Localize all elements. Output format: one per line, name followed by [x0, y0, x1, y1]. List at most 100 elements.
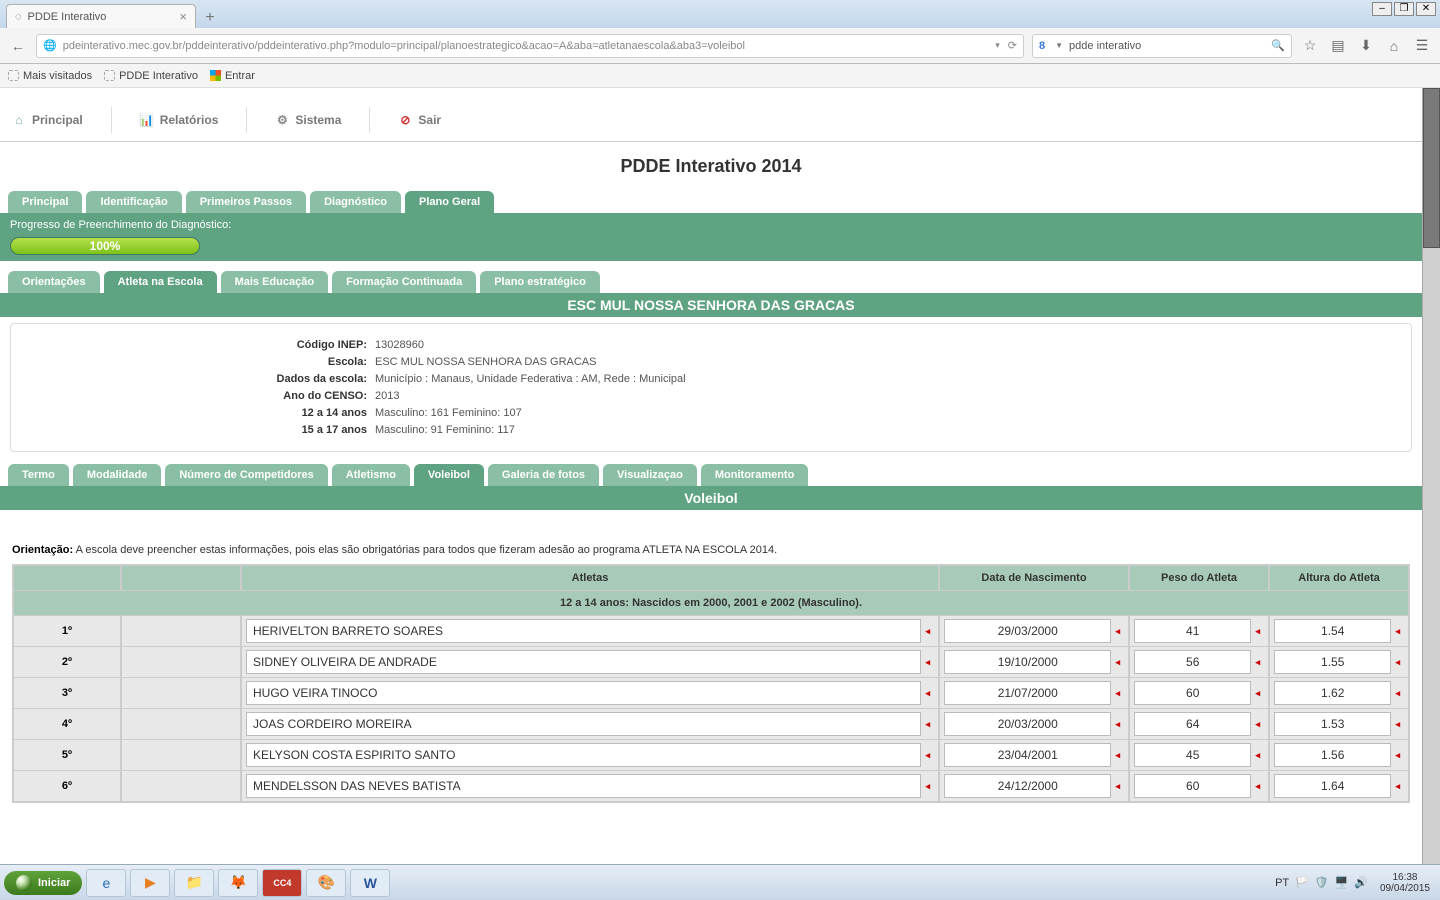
label-codigo-inep: Código INEP: [27, 339, 367, 351]
athlete-height-input[interactable] [1274, 681, 1391, 705]
athlete-height-input[interactable] [1274, 619, 1391, 643]
athlete-name-input[interactable] [246, 743, 921, 767]
downloads-icon[interactable]: ⬇ [1356, 36, 1376, 56]
athlete-height-input[interactable] [1274, 650, 1391, 674]
athlete-weight-input[interactable] [1134, 774, 1251, 798]
dashed-box-icon [8, 70, 19, 81]
taskbar-word[interactable]: W [350, 869, 390, 897]
athlete-name-input[interactable] [246, 681, 921, 705]
athlete-name-input[interactable] [246, 712, 921, 736]
validation-flag-icon: ◂ [921, 719, 934, 730]
tray-volume-icon[interactable]: 🔊 [1354, 876, 1368, 889]
nav-sair[interactable]: ⊘Sair [398, 113, 441, 127]
dropdown-icon[interactable]: ▾ [995, 40, 1000, 51]
tab-identificacao[interactable]: Identificação [86, 191, 181, 213]
athlete-dob-input[interactable] [944, 681, 1111, 705]
tab-favicon: ◌ [15, 11, 22, 23]
label-12-14: 12 a 14 anos [27, 407, 367, 419]
home-icon[interactable]: ⌂ [1384, 36, 1404, 56]
athlete-height-input[interactable] [1274, 743, 1391, 767]
athlete-dob-input[interactable] [944, 619, 1111, 643]
window-minimize-button[interactable]: – [1372, 2, 1392, 16]
tray-network-icon[interactable]: 🖥️ [1335, 876, 1349, 889]
validation-flag-icon: ◂ [1111, 657, 1124, 668]
tab-galeria[interactable]: Galeria de fotos [488, 464, 599, 486]
athlete-weight-input[interactable] [1134, 619, 1251, 643]
athlete-weight-input[interactable] [1134, 743, 1251, 767]
bookmark-star-icon[interactable]: ☆ [1300, 36, 1320, 56]
header-peso: Peso do Atleta [1129, 565, 1269, 591]
athlete-dob-input[interactable] [944, 650, 1111, 674]
tab-plano-estrategico[interactable]: Plano estratégico [480, 271, 600, 293]
back-button[interactable]: ← [8, 36, 28, 56]
search-box[interactable]: 8 ▼ pdde interativo 🔍 [1032, 34, 1292, 58]
athlete-name-input[interactable] [246, 650, 921, 674]
tab-atleta-escola[interactable]: Atleta na Escola [104, 271, 217, 293]
new-tab-button[interactable]: + [200, 10, 220, 28]
window-close-button[interactable]: ✕ [1416, 2, 1436, 16]
scrollbar-thumb[interactable] [1423, 88, 1440, 248]
table-row: 4º◂◂◂◂ [13, 709, 1409, 740]
nav-principal[interactable]: ⌂Principal [12, 113, 83, 127]
tab-monitoramento[interactable]: Monitoramento [701, 464, 808, 486]
athlete-height-input[interactable] [1274, 774, 1391, 798]
tab-num-competidores[interactable]: Número de Competidores [165, 464, 327, 486]
bookmark-entrar[interactable]: Entrar [210, 70, 255, 82]
athlete-weight-input[interactable] [1134, 650, 1251, 674]
validation-flag-icon: ◂ [1391, 750, 1404, 761]
reload-icon[interactable]: ⟳ [1008, 39, 1017, 52]
window-restore-button[interactable]: ❐ [1394, 2, 1414, 16]
tabrow-1: Principal Identificação Primeiros Passos… [0, 191, 1422, 213]
athlete-dob-input[interactable] [944, 712, 1111, 736]
bookmark-pdde[interactable]: PDDE Interativo [104, 70, 198, 82]
tab-mais-educacao[interactable]: Mais Educação [221, 271, 328, 293]
athlete-dob-input[interactable] [944, 774, 1111, 798]
athlete-name-input[interactable] [246, 774, 921, 798]
taskbar-paint[interactable]: 🎨 [306, 869, 346, 897]
menu-icon[interactable]: ☰ [1412, 36, 1432, 56]
tab-formacao[interactable]: Formação Continuada [332, 271, 476, 293]
row-number: 4º [13, 709, 121, 740]
tray-shield-icon[interactable]: 🛡️ [1315, 876, 1329, 889]
browser-tab[interactable]: ◌ PDDE Interativo × [6, 4, 196, 28]
athlete-dob-input[interactable] [944, 743, 1111, 767]
athlete-name-input[interactable] [246, 619, 921, 643]
taskbar-media-player[interactable]: ▶ [130, 869, 170, 897]
page-scrollbar[interactable] [1422, 88, 1440, 864]
label-ano-censo: Ano do CENSO: [27, 390, 367, 402]
search-icon[interactable]: 🔍 [1271, 39, 1285, 52]
nav-relatorios[interactable]: 📊Relatórios [140, 113, 219, 127]
tab-atletismo[interactable]: Atletismo [332, 464, 410, 486]
athlete-weight-input[interactable] [1134, 712, 1251, 736]
taskbar-cc4[interactable]: CC4 [262, 869, 302, 897]
tray-clock[interactable]: 16:38 09/04/2015 [1374, 872, 1436, 894]
table-row: 5º◂◂◂◂ [13, 740, 1409, 771]
taskbar-firefox[interactable]: 🦊 [218, 869, 258, 897]
tab-visualizacao[interactable]: Visualizaçao [603, 464, 697, 486]
url-bar[interactable]: 🌐 pdeinterativo.mec.gov.br/pddeinterativ… [36, 34, 1024, 58]
library-icon[interactable]: ▤ [1328, 36, 1348, 56]
nav-sistema[interactable]: ⚙Sistema [275, 113, 341, 127]
athlete-height-input[interactable] [1274, 712, 1391, 736]
tray-flag-icon[interactable]: 🏳️ [1295, 876, 1309, 889]
bookmark-most-visited[interactable]: Mais visitados [8, 70, 92, 82]
tab-orientacoes[interactable]: Orientações [8, 271, 100, 293]
table-row: 1º◂◂◂◂ [13, 616, 1409, 647]
tab-diagnostico[interactable]: Diagnóstico [310, 191, 401, 213]
tray-language[interactable]: PT [1275, 877, 1289, 889]
table-header: Atletas Data de Nascimento Peso do Atlet… [13, 565, 1409, 591]
tab-modalidade[interactable]: Modalidade [73, 464, 162, 486]
search-engine-dropdown-icon[interactable]: ▼ [1055, 41, 1063, 50]
taskbar-explorer[interactable]: 📁 [174, 869, 214, 897]
tab-plano-geral[interactable]: Plano Geral [405, 191, 494, 213]
tab-principal[interactable]: Principal [8, 191, 82, 213]
table-subheader: 12 a 14 anos: Nascidos em 2000, 2001 e 2… [13, 591, 1409, 616]
tab-primeiros-passos[interactable]: Primeiros Passos [186, 191, 306, 213]
tab-voleibol[interactable]: Voleibol [414, 464, 484, 486]
athlete-weight-input[interactable] [1134, 681, 1251, 705]
tab-termo[interactable]: Termo [8, 464, 69, 486]
taskbar-ie[interactable]: e [86, 869, 126, 897]
start-button[interactable]: Iniciar [4, 871, 82, 895]
validation-flag-icon: ◂ [1111, 781, 1124, 792]
tab-close-icon[interactable]: × [179, 9, 187, 24]
